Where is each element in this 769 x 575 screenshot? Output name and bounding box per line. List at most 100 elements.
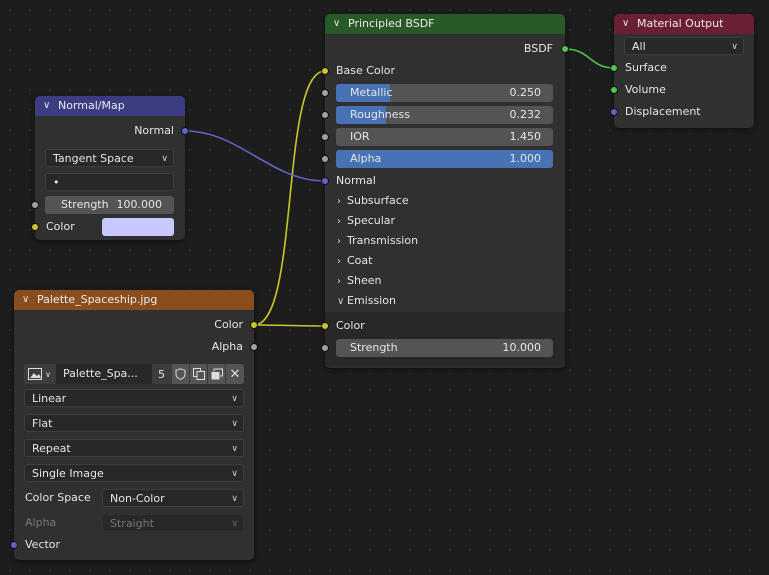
- emission-strength-label: Strength: [350, 341, 398, 354]
- output-normal-socket[interactable]: [181, 127, 189, 135]
- chevron-down-icon: ∨: [231, 469, 238, 479]
- roughness-value: 0.232: [509, 108, 542, 121]
- panel-label: Transmission: [347, 234, 419, 247]
- metallic-socket[interactable]: [321, 89, 329, 97]
- color-space-label: Color Space: [25, 491, 91, 504]
- link-bsdf-to-surface: [564, 48, 615, 69]
- principled-bsdf-header[interactable]: ∨ Principled BSDF: [325, 14, 565, 34]
- source-value: Single Image: [32, 467, 104, 480]
- chevron-down-icon: ∨: [231, 394, 238, 404]
- volume-label: Volume: [625, 83, 666, 96]
- link-normal-map-to-normal: [184, 130, 326, 182]
- space-dropdown[interactable]: Tangent Space ∨: [45, 149, 174, 167]
- chevron-right-icon: ›: [337, 256, 341, 267]
- principled-bsdf-node[interactable]: ∨ Principled BSDF BSDF Base Color Metall…: [321, 14, 569, 368]
- material-output-node[interactable]: ∨ Material Output All ∨ Surface Volume D…: [610, 14, 754, 128]
- image-texture-node[interactable]: ∨ Palette_Spaceship.jpg Color Alpha ∨ Pa…: [10, 290, 258, 560]
- panel-emission[interactable]: ∨ Emission: [337, 292, 396, 311]
- bsdf-output-socket[interactable]: [561, 45, 569, 53]
- panel-transmission[interactable]: › Transmission: [337, 232, 418, 251]
- chevron-down-icon: ∨: [231, 419, 238, 429]
- panel-sheen[interactable]: › Sheen: [337, 272, 381, 291]
- ior-field[interactable]: IOR 1.450: [336, 128, 553, 146]
- panel-label: Specular: [347, 214, 396, 227]
- color-swatch[interactable]: [102, 218, 174, 236]
- color-label: Color: [46, 220, 75, 233]
- emission-color-socket[interactable]: [321, 322, 329, 330]
- image-icon: [28, 368, 43, 380]
- strength-value: 100.000: [116, 198, 163, 211]
- image-browse-button[interactable]: ∨: [24, 364, 56, 384]
- interpolation-dropdown[interactable]: Linear ∨: [24, 389, 244, 407]
- emission-strength-socket[interactable]: [321, 344, 329, 352]
- emission-panel: Color Strength 10.000: [321, 312, 565, 366]
- displacement-label: Displacement: [625, 105, 701, 118]
- color-space-value: Non-Color: [110, 492, 165, 505]
- projection-dropdown[interactable]: Flat ∨: [24, 414, 244, 432]
- emission-strength-field[interactable]: Strength 10.000: [336, 339, 553, 357]
- ior-value: 1.450: [509, 130, 542, 143]
- users-count: 5: [158, 367, 165, 381]
- users-count-button[interactable]: 5: [152, 364, 172, 384]
- color-space-dropdown[interactable]: Non-Color ∨: [102, 489, 244, 507]
- fake-user-button[interactable]: [172, 364, 190, 384]
- strength-input-socket[interactable]: [31, 201, 39, 209]
- node-title: Normal/Map: [58, 99, 125, 112]
- panel-coat[interactable]: › Coat: [337, 252, 372, 271]
- node-title: Principled BSDF: [348, 17, 435, 30]
- target-dropdown[interactable]: All ∨: [624, 37, 744, 55]
- image-selector: ∨ Palette_Spa... 5 ✕: [24, 364, 244, 384]
- open-image-button[interactable]: [208, 364, 226, 384]
- alpha-socket[interactable]: [321, 155, 329, 163]
- extension-dropdown[interactable]: Repeat ∨: [24, 439, 244, 457]
- metallic-slider[interactable]: Metallic 0.250: [336, 84, 553, 102]
- open-file-icon: [211, 368, 223, 380]
- duplicate-button[interactable]: [190, 364, 208, 384]
- roughness-slider[interactable]: Roughness 0.232: [336, 106, 553, 124]
- panel-subsurface[interactable]: › Subsurface: [337, 192, 409, 211]
- alpha-label: Alpha: [350, 152, 382, 165]
- collapse-chevron-icon[interactable]: ∨: [43, 96, 53, 116]
- normal-label: Normal: [336, 174, 376, 187]
- output-normal-label: Normal: [134, 124, 174, 137]
- normal-map-header[interactable]: ∨ Normal/Map: [35, 96, 185, 116]
- link-image-color-to-emission-color: [253, 324, 326, 327]
- color-output-socket[interactable]: [250, 321, 258, 329]
- chevron-down-icon: ∨: [231, 519, 238, 529]
- panel-label: Subsurface: [347, 194, 409, 207]
- surface-socket[interactable]: [610, 64, 618, 72]
- bsdf-output-label: BSDF: [523, 42, 553, 55]
- displacement-socket[interactable]: [610, 108, 618, 116]
- image-name: Palette_Spa...: [63, 367, 138, 380]
- collapse-chevron-icon[interactable]: ∨: [22, 290, 32, 310]
- alpha-value: 1.000: [509, 152, 542, 165]
- ior-socket[interactable]: [321, 133, 329, 141]
- collapse-chevron-icon[interactable]: ∨: [622, 14, 632, 34]
- uv-map-field[interactable]: •: [45, 173, 174, 191]
- chevron-right-icon: ›: [337, 216, 341, 227]
- color-input-socket[interactable]: [31, 223, 39, 231]
- normal-input-socket[interactable]: [321, 177, 329, 185]
- close-icon: ✕: [229, 366, 241, 382]
- metallic-value: 0.250: [509, 86, 542, 99]
- strength-field[interactable]: Strength 100.000: [45, 196, 174, 214]
- panel-label: Coat: [347, 254, 373, 267]
- collapse-chevron-icon[interactable]: ∨: [333, 14, 343, 34]
- roughness-socket[interactable]: [321, 111, 329, 119]
- volume-socket[interactable]: [610, 86, 618, 94]
- roughness-label: Roughness: [350, 108, 411, 121]
- image-texture-header[interactable]: ∨ Palette_Spaceship.jpg: [14, 290, 254, 310]
- base-color-socket[interactable]: [321, 67, 329, 75]
- normal-map-node[interactable]: ∨ Normal/Map Normal Tangent Space ∨ • St…: [31, 96, 189, 240]
- alpha-slider[interactable]: Alpha 1.000: [336, 150, 553, 168]
- color-output-label: Color: [214, 318, 243, 331]
- chevron-right-icon: ›: [337, 276, 341, 287]
- chevron-down-icon: ∨: [45, 369, 51, 379]
- unlink-image-button[interactable]: ✕: [226, 364, 244, 384]
- image-name-field[interactable]: Palette_Spa...: [56, 364, 152, 384]
- material-output-header[interactable]: ∨ Material Output: [614, 14, 754, 34]
- alpha-output-socket[interactable]: [250, 343, 258, 351]
- panel-specular[interactable]: › Specular: [337, 212, 395, 231]
- vector-input-socket[interactable]: [10, 541, 18, 549]
- source-dropdown[interactable]: Single Image ∨: [24, 464, 244, 482]
